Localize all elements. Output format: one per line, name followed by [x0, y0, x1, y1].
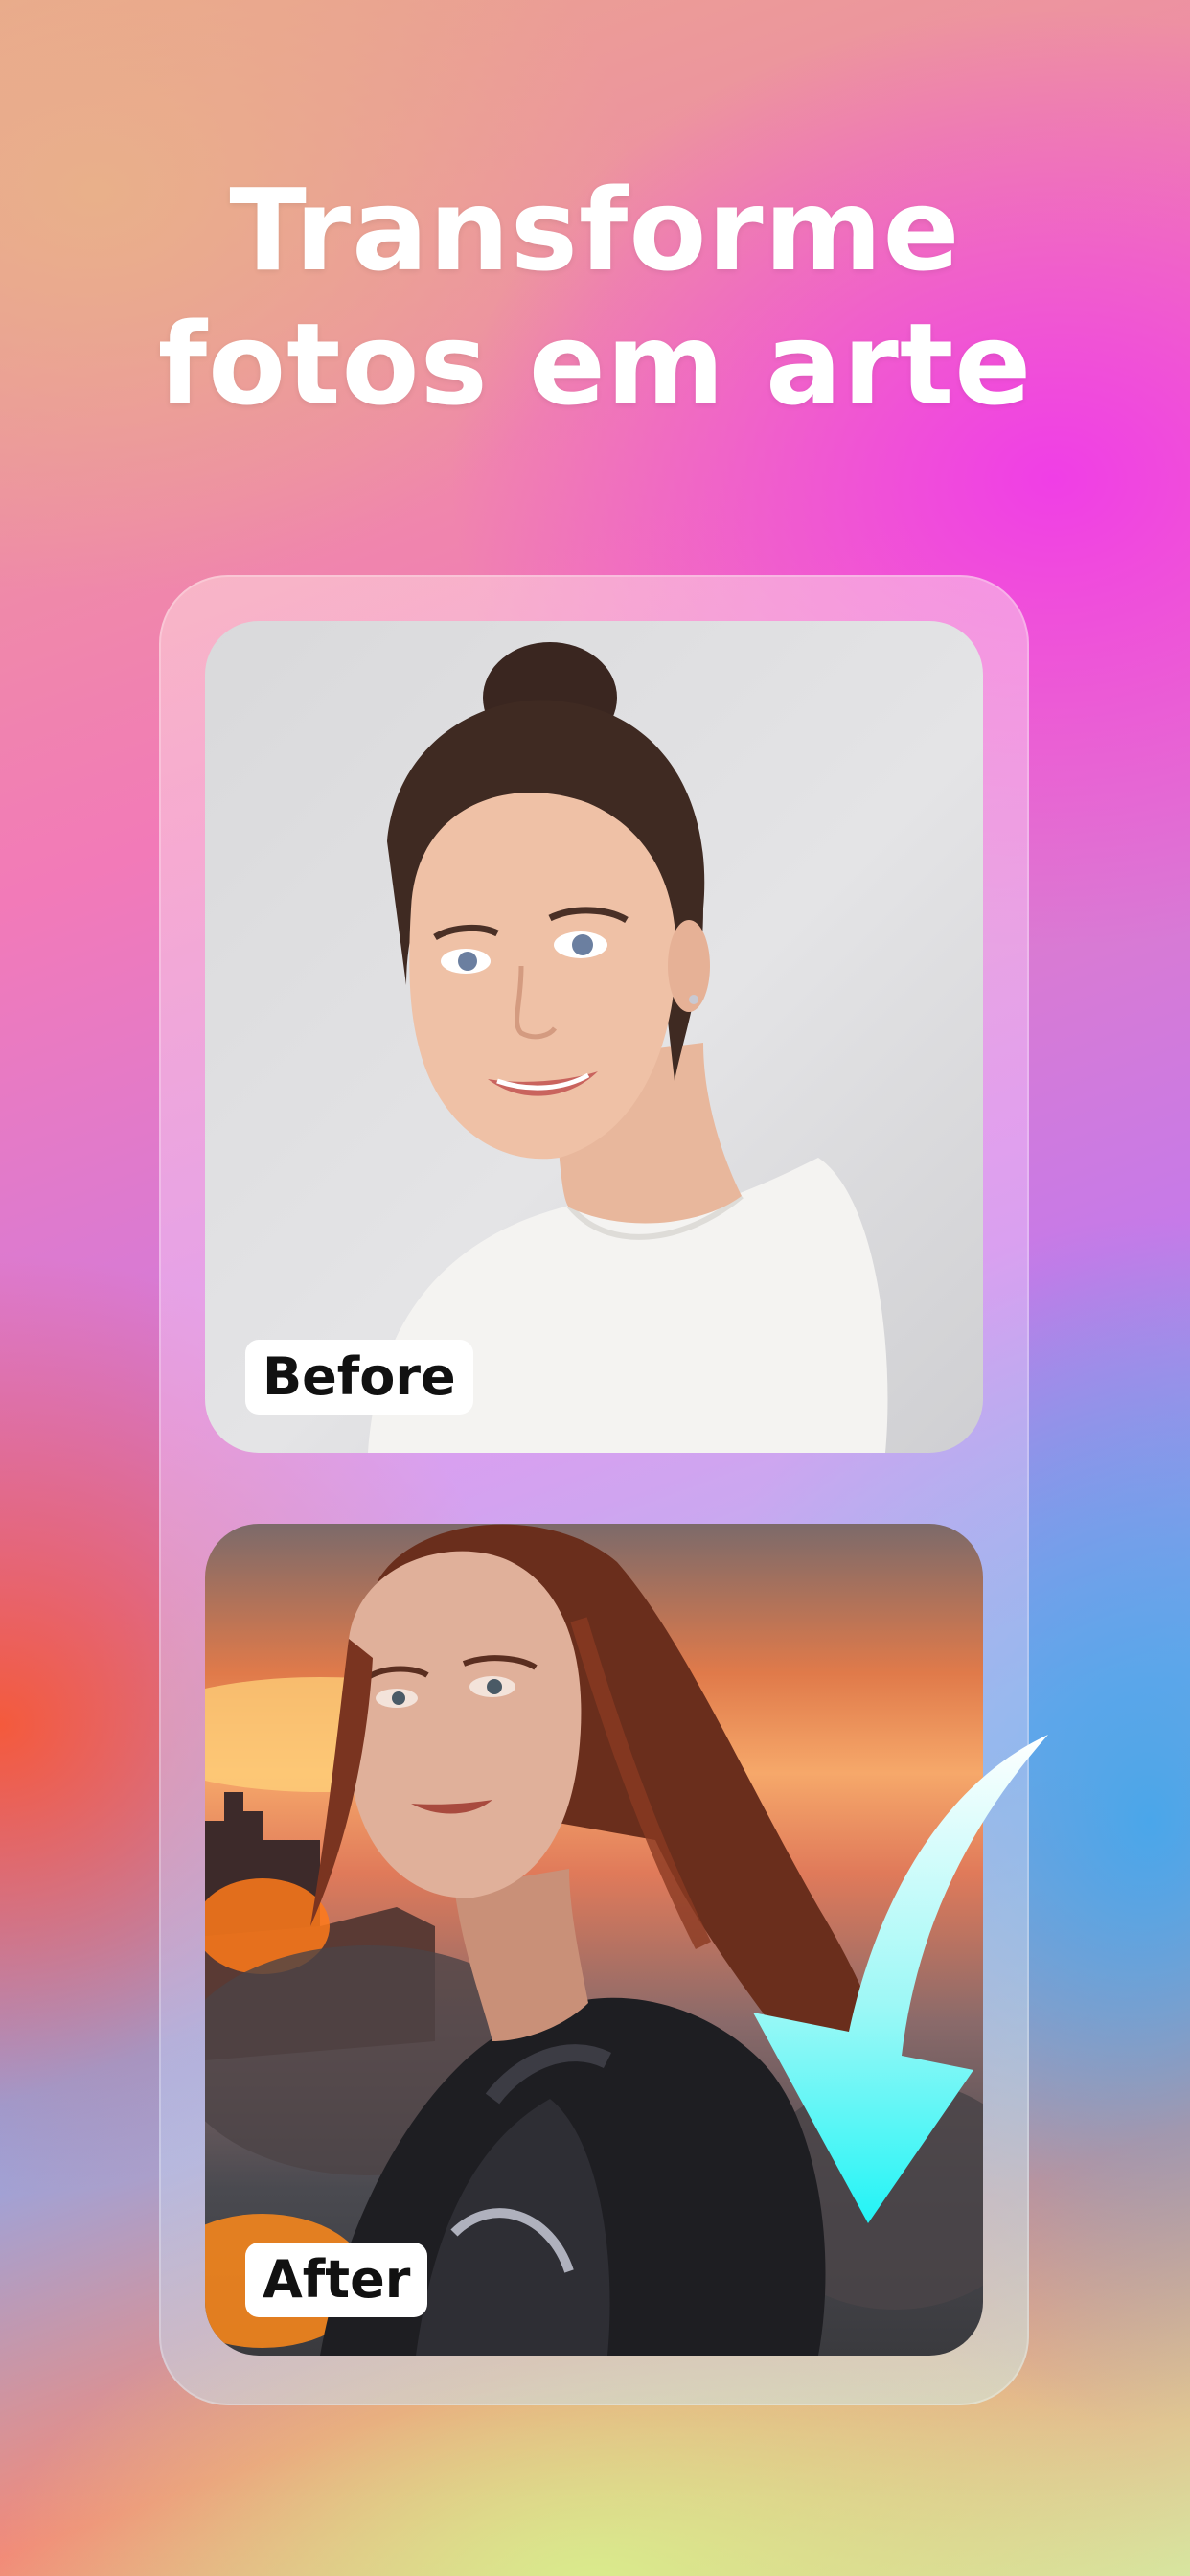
headline-line-1: Transforme: [229, 164, 961, 296]
headline: Transforme fotos em arte: [0, 163, 1190, 431]
headline-line-2: fotos em arte: [157, 298, 1033, 430]
before-label: Before: [245, 1340, 473, 1414]
after-label: After: [245, 2242, 428, 2317]
before-photo: Before: [205, 621, 983, 1453]
curved-arrow-down-icon: [753, 1735, 1048, 2223]
comparison-frame: Before After: [159, 575, 1048, 2405]
before-portrait-illustration: [368, 642, 888, 1453]
